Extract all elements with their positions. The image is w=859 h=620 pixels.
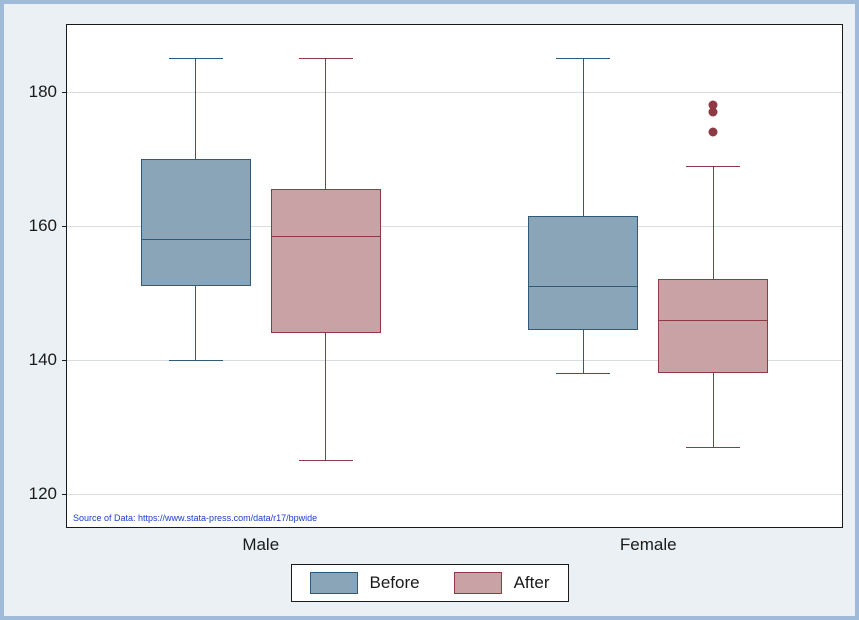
box	[528, 216, 638, 330]
legend-item-before: Before	[310, 572, 420, 594]
whisker-cap	[686, 166, 740, 167]
whisker-cap	[169, 58, 223, 59]
whisker-cap	[299, 58, 353, 59]
whisker-cap	[169, 360, 223, 361]
y-tick	[62, 226, 67, 227]
outlier-marker	[709, 128, 718, 137]
grid-line	[67, 494, 842, 495]
box	[658, 279, 768, 373]
box	[141, 159, 251, 286]
y-tick-label: 160	[29, 216, 57, 236]
legend-label-after: After	[514, 573, 550, 593]
whisker-cap	[299, 460, 353, 461]
whisker-cap	[556, 373, 610, 374]
y-tick	[62, 92, 67, 93]
legend-swatch-after	[454, 572, 502, 594]
y-tick	[62, 360, 67, 361]
legend-swatch-before	[310, 572, 358, 594]
y-tick-label: 120	[29, 484, 57, 504]
legend: Before After	[291, 564, 569, 602]
legend-label-before: Before	[370, 573, 420, 593]
y-tick-label: 180	[29, 82, 57, 102]
median-line	[141, 239, 251, 240]
whisker-cap	[556, 58, 610, 59]
outlier-marker	[709, 101, 718, 110]
y-tick	[62, 494, 67, 495]
x-tick-label: Male	[242, 535, 279, 555]
box	[271, 189, 381, 333]
median-line	[528, 286, 638, 287]
median-line	[658, 320, 768, 321]
x-tick-label: Female	[620, 535, 677, 555]
legend-item-after: After	[454, 572, 550, 594]
grid-line	[67, 92, 842, 93]
median-line	[271, 236, 381, 237]
plot-area: Source of Data: https://www.stata-press.…	[66, 24, 843, 528]
y-tick-label: 140	[29, 350, 57, 370]
chart-frame: Source of Data: https://www.stata-press.…	[0, 0, 859, 620]
whisker-cap	[686, 447, 740, 448]
source-note: Source of Data: https://www.stata-press.…	[73, 513, 317, 523]
